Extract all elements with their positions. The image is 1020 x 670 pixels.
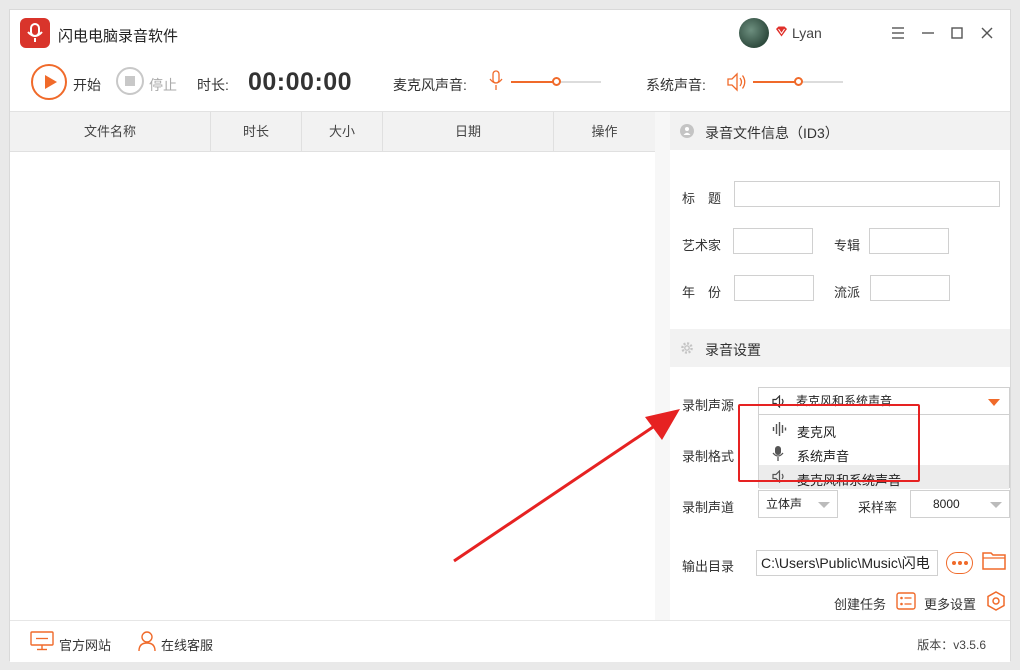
app-window: 闪电电脑录音软件 Lyan 开始 停止 时长: 00:00:00 麦克风声音: … — [9, 9, 1011, 662]
source-option-mic[interactable]: 麦克风 — [759, 417, 1009, 441]
microphone-icon — [489, 70, 503, 90]
speaker-icon — [727, 72, 746, 92]
panel-separator — [655, 112, 670, 620]
info-icon — [680, 124, 694, 138]
column-header-duration[interactable]: 时长 — [211, 112, 302, 152]
minimize-icon — [922, 32, 934, 34]
title-bar: 闪电电脑录音软件 Lyan — [10, 10, 1010, 58]
source-option-mic-and-system[interactable]: 麦克风和系统声音 — [759, 465, 1009, 489]
minimize-button[interactable] — [917, 22, 939, 44]
more-settings-label[interactable]: 更多设置 — [924, 594, 976, 613]
speaker-icon — [772, 395, 784, 408]
monitor-icon[interactable] — [30, 631, 54, 651]
artist-field[interactable] — [733, 228, 813, 254]
menu-icon — [892, 27, 904, 39]
file-table-body — [10, 152, 655, 620]
create-task-label[interactable]: 创建任务 — [834, 594, 886, 613]
hexagon-settings-icon[interactable] — [986, 591, 1006, 611]
avatar[interactable] — [739, 18, 769, 48]
mic-volume-slider[interactable] — [511, 77, 601, 86]
folder-icon[interactable] — [982, 550, 1006, 570]
mic-volume-knob[interactable] — [551, 77, 561, 86]
vip-diamond-icon — [776, 26, 787, 37]
footer: 官方网站 在线客服 版本：v3.5.6 — [10, 620, 1010, 662]
version-label: 版本：v3.5.6 — [917, 638, 986, 652]
stop-button[interactable] — [116, 67, 144, 95]
username[interactable]: Lyan — [792, 25, 822, 41]
album-field[interactable] — [869, 228, 949, 254]
stop-label[interactable]: 停止 — [149, 75, 177, 95]
app-title: 闪电电脑录音软件 — [58, 28, 179, 45]
column-header-filename[interactable]: 文件名称 — [10, 112, 211, 152]
output-dir-label: 输出目录 — [682, 559, 735, 574]
chevron-down-icon — [990, 502, 1002, 508]
task-list-icon[interactable] — [896, 592, 916, 610]
source-option-label: 麦克风和系统声音 — [797, 473, 902, 488]
samplerate-select-value: 8000 — [933, 497, 960, 511]
settings-panel: 录音文件信息（ID3） 标 题 艺术家 专辑 年 份 流派 录音设置 录制声源 … — [670, 112, 1010, 620]
source-option-label: 麦克风 — [797, 425, 837, 440]
samplerate-label: 采样率 — [858, 500, 898, 515]
mic-volume-fill — [511, 81, 556, 83]
system-volume-slider[interactable] — [753, 77, 843, 86]
start-button[interactable] — [31, 64, 67, 100]
timer-display: 00:00:00 — [248, 68, 353, 96]
maximize-button[interactable] — [946, 22, 968, 44]
source-select[interactable]: 麦克风和系统声音 — [758, 387, 1010, 415]
column-header-size[interactable]: 大小 — [302, 112, 383, 152]
source-option-label: 系统声音 — [797, 449, 850, 464]
source-select-value: 麦克风和系统声音 — [796, 394, 893, 408]
waveform-icon — [772, 422, 787, 436]
microphone-icon — [772, 446, 784, 461]
app-logo-icon — [20, 18, 50, 48]
id3-section-title: 录音文件信息（ID3） — [705, 125, 839, 141]
chevron-down-icon — [988, 399, 1000, 406]
output-dir-field[interactable]: C:\Users\Public\Music\闪电 — [756, 550, 938, 576]
start-label[interactable]: 开始 — [73, 75, 101, 95]
close-icon — [981, 27, 993, 39]
close-button[interactable] — [976, 22, 998, 44]
recording-settings-header: 录音设置 — [670, 329, 1010, 367]
source-option-system[interactable]: 系统声音 — [759, 441, 1009, 465]
year-field[interactable] — [734, 275, 814, 301]
channel-label: 录制声道 — [682, 500, 735, 515]
genre-field-label: 流派 — [834, 285, 861, 300]
system-volume-knob[interactable] — [793, 77, 803, 86]
recording-toolbar: 开始 停止 时长: 00:00:00 麦克风声音: 系统声音: — [10, 58, 1010, 110]
album-field-label: 专辑 — [834, 238, 861, 253]
system-volume-fill — [753, 81, 798, 83]
more-dots-icon — [958, 561, 962, 565]
customer-service-icon[interactable] — [137, 630, 157, 652]
id3-section-header: 录音文件信息（ID3） — [670, 112, 1010, 150]
source-dropdown-menu: 麦克风 系统声音 麦克风和系统声音 — [758, 414, 1010, 489]
year-field-label: 年 份 — [682, 285, 722, 300]
system-volume-label: 系统声音: — [646, 77, 706, 93]
column-header-actions: 操作 — [591, 124, 618, 139]
maximize-icon — [951, 27, 963, 39]
genre-field[interactable] — [870, 275, 950, 301]
menu-button[interactable] — [887, 22, 909, 44]
title-field-label: 标 题 — [682, 191, 722, 206]
official-website-link[interactable]: 官方网站 — [59, 635, 111, 654]
column-header-date[interactable]: 日期 — [383, 112, 554, 152]
source-label: 录制声源 — [682, 398, 735, 413]
recording-settings-title: 录音设置 — [705, 342, 761, 358]
gear-icon — [681, 342, 693, 354]
artist-field-label: 艺术家 — [682, 238, 722, 253]
duration-label: 时长: — [197, 77, 229, 93]
more-dots-icon — [952, 561, 956, 565]
channel-select-value: 立体声 — [766, 497, 803, 511]
title-field[interactable] — [734, 181, 1000, 207]
more-dots-icon — [964, 561, 968, 565]
channel-select[interactable]: 立体声 — [758, 490, 838, 518]
online-support-link[interactable]: 在线客服 — [161, 635, 213, 654]
format-label: 录制格式 — [682, 449, 735, 464]
file-table-header: 文件名称 时长 大小 日期 操作 — [10, 112, 655, 152]
samplerate-select[interactable]: 8000 — [910, 490, 1010, 518]
chevron-down-icon — [818, 502, 830, 508]
speaker-icon — [772, 470, 784, 483]
browse-button[interactable] — [946, 552, 973, 574]
mic-volume-label: 麦克风声音: — [393, 77, 467, 93]
